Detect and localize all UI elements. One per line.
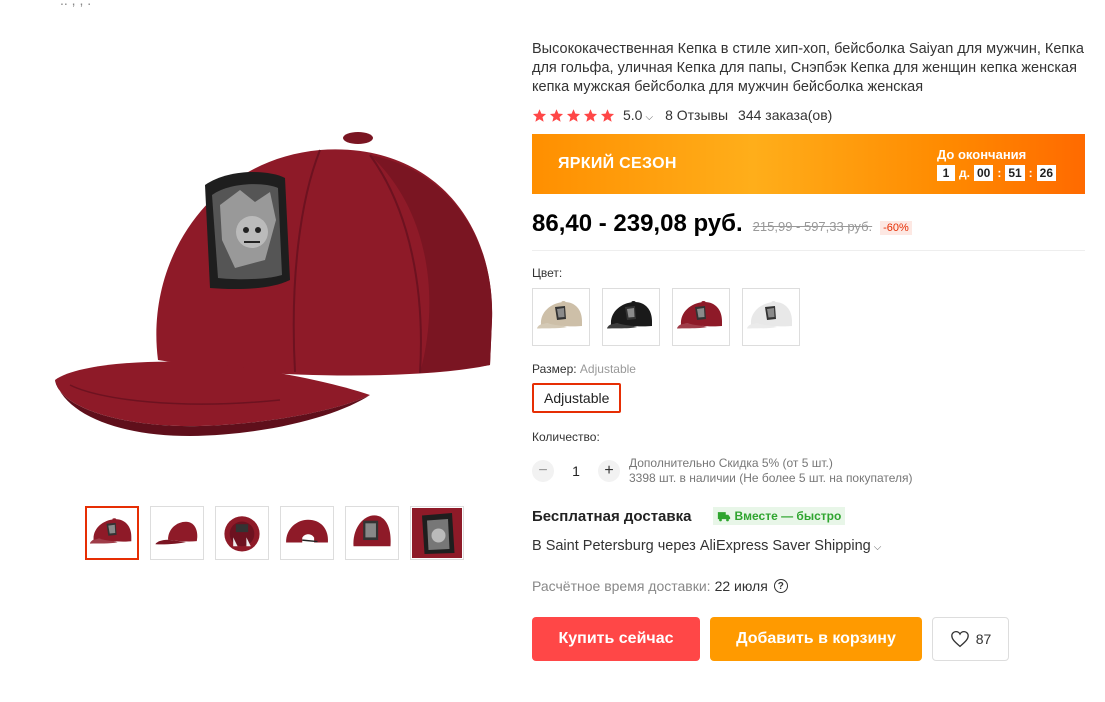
eta-value: 22 июля: [714, 578, 768, 594]
eta-label: Расчётное время доставки:: [532, 578, 711, 594]
patch-closeup-thumb-icon: [412, 508, 462, 558]
star-icon: [549, 108, 564, 122]
product-main-image[interactable]: [40, 110, 510, 450]
wishlist-button[interactable]: 87: [932, 617, 1009, 661]
rating-row: 5.0 ⌵ 8 Отзывы 344 заказа(ов): [532, 105, 1085, 125]
countdown-timer: 1 д. 00 : 51 : 26: [937, 165, 1057, 181]
star-icon: [600, 108, 615, 122]
price-row: 86,40 - 239,08 руб. 215,99 - 597,33 руб.…: [532, 210, 1085, 251]
thumbnail-1[interactable]: [85, 506, 139, 560]
promo-title: ЯРКИЙ СЕЗОН: [558, 155, 677, 172]
cap-closeup-thumb-icon: [353, 515, 391, 547]
thumbnail-4[interactable]: [280, 506, 334, 560]
quantity-info: Дополнительно Скидка 5% (от 5 шт.) 3398 …: [629, 456, 913, 486]
action-buttons: Купить сейчас Добавить в корзину 87: [532, 617, 1085, 661]
cap-back-thumb-icon: [286, 519, 328, 543]
old-price: 215,99 - 597,33 руб.: [752, 219, 873, 234]
color-option-burgundy[interactable]: [672, 288, 730, 346]
promo-banner[interactable]: ЯРКИЙ СЕЗОН До окончания 1 д. 00 : 51 : …: [532, 134, 1085, 194]
shipping-method[interactable]: В Saint Petersburg через AliExpress Save…: [532, 538, 1085, 554]
thumbnail-3[interactable]: [215, 506, 269, 560]
current-price: 86,40 - 239,08 руб.: [532, 210, 743, 237]
cap-front-thumb-icon: [89, 514, 135, 552]
rating-number: 5.0: [623, 107, 643, 123]
buy-now-button[interactable]: Купить сейчас: [532, 617, 700, 661]
delivery-eta: Расчётное время доставки: 22 июля ?: [532, 578, 1085, 594]
cap-beige-icon: [536, 297, 586, 337]
countdown-label: До окончания: [937, 147, 1027, 162]
countdown-minutes: 51: [1005, 165, 1025, 181]
orders-count: 344 заказа(ов): [738, 107, 833, 123]
chevron-down-icon: ⌵: [873, 542, 882, 553]
help-icon[interactable]: ?: [773, 579, 788, 593]
cap-white-icon: [746, 297, 796, 337]
countdown-seconds: 26: [1036, 165, 1057, 181]
add-to-cart-button[interactable]: Добавить в корзину: [710, 617, 922, 661]
shipping-badge-text: Вместе — быстро: [734, 509, 842, 523]
shipping-badge: Вместе — быстро: [713, 507, 846, 525]
size-label: Размер: Adjustable: [532, 362, 1085, 376]
countdown-days: 1: [937, 165, 955, 181]
cap-black-icon: [606, 297, 656, 337]
thumbnail-2[interactable]: [150, 506, 204, 560]
color-option-beige[interactable]: [532, 288, 590, 346]
shipping-row: Бесплатная доставка Вместе — быстро: [532, 507, 1085, 525]
size-label-text: Размер:: [532, 362, 577, 376]
color-option-black[interactable]: [602, 288, 660, 346]
cropped-text: .. , , .: [60, 0, 92, 8]
thumbnail-6[interactable]: [410, 506, 464, 560]
quantity-stepper: − 1 + Дополнительно Скидка 5% (от 5 шт.)…: [532, 456, 1085, 486]
thumbnail-5[interactable]: [345, 506, 399, 560]
shipping-title: Бесплатная доставка: [532, 507, 692, 525]
wishlist-count: 87: [975, 631, 992, 647]
quantity-plus-button[interactable]: +: [598, 460, 620, 482]
truck-icon: [718, 511, 731, 521]
discount-badge: -60%: [880, 221, 912, 235]
quantity-label: Количество:: [532, 430, 600, 444]
product-title: Высококачественная Кепка в стиле хип-хоп…: [532, 41, 1084, 95]
heart-icon: [950, 630, 969, 648]
shipping-method-text: В Saint Petersburg через AliExpress Save…: [532, 538, 871, 554]
star-icon: [583, 108, 598, 122]
cap-inside-thumb-icon: [224, 516, 260, 552]
color-label: Цвет:: [532, 266, 563, 280]
color-options: [532, 288, 1085, 346]
star-icon: [532, 108, 547, 122]
thumbnail-strip: [85, 506, 464, 560]
cap-side-thumb-icon: [155, 521, 198, 545]
countdown-days-suffix: д.: [959, 166, 970, 180]
quantity-value[interactable]: 1: [554, 463, 598, 479]
rating-stars: [532, 108, 615, 123]
reviews-link[interactable]: 8 Отзывы: [665, 107, 728, 123]
star-icon: [566, 108, 581, 122]
size-option-adjustable[interactable]: Adjustable: [532, 383, 622, 413]
countdown-sep: :: [997, 166, 1002, 180]
chevron-down-icon: ⌵: [645, 112, 654, 123]
countdown-hours: 00: [973, 165, 994, 181]
rating-value[interactable]: 5.0 ⌵: [623, 107, 653, 123]
bulk-discount-note: Дополнительно Скидка 5% (от 5 шт.): [629, 456, 833, 470]
product-info: Высококачественная Кепка в стиле хип-хоп…: [532, 40, 1085, 661]
cap-burgundy-icon: [676, 297, 726, 337]
quantity-minus-button[interactable]: −: [532, 460, 554, 482]
stock-note: 3398 шт. в наличии (Не более 5 шт. на по…: [629, 471, 913, 485]
countdown-sep: :: [1028, 166, 1033, 180]
size-selected-text: Adjustable: [579, 362, 636, 376]
promo-countdown: До окончания 1 д. 00 : 51 : 26: [937, 147, 1057, 181]
color-option-white[interactable]: [742, 288, 800, 346]
